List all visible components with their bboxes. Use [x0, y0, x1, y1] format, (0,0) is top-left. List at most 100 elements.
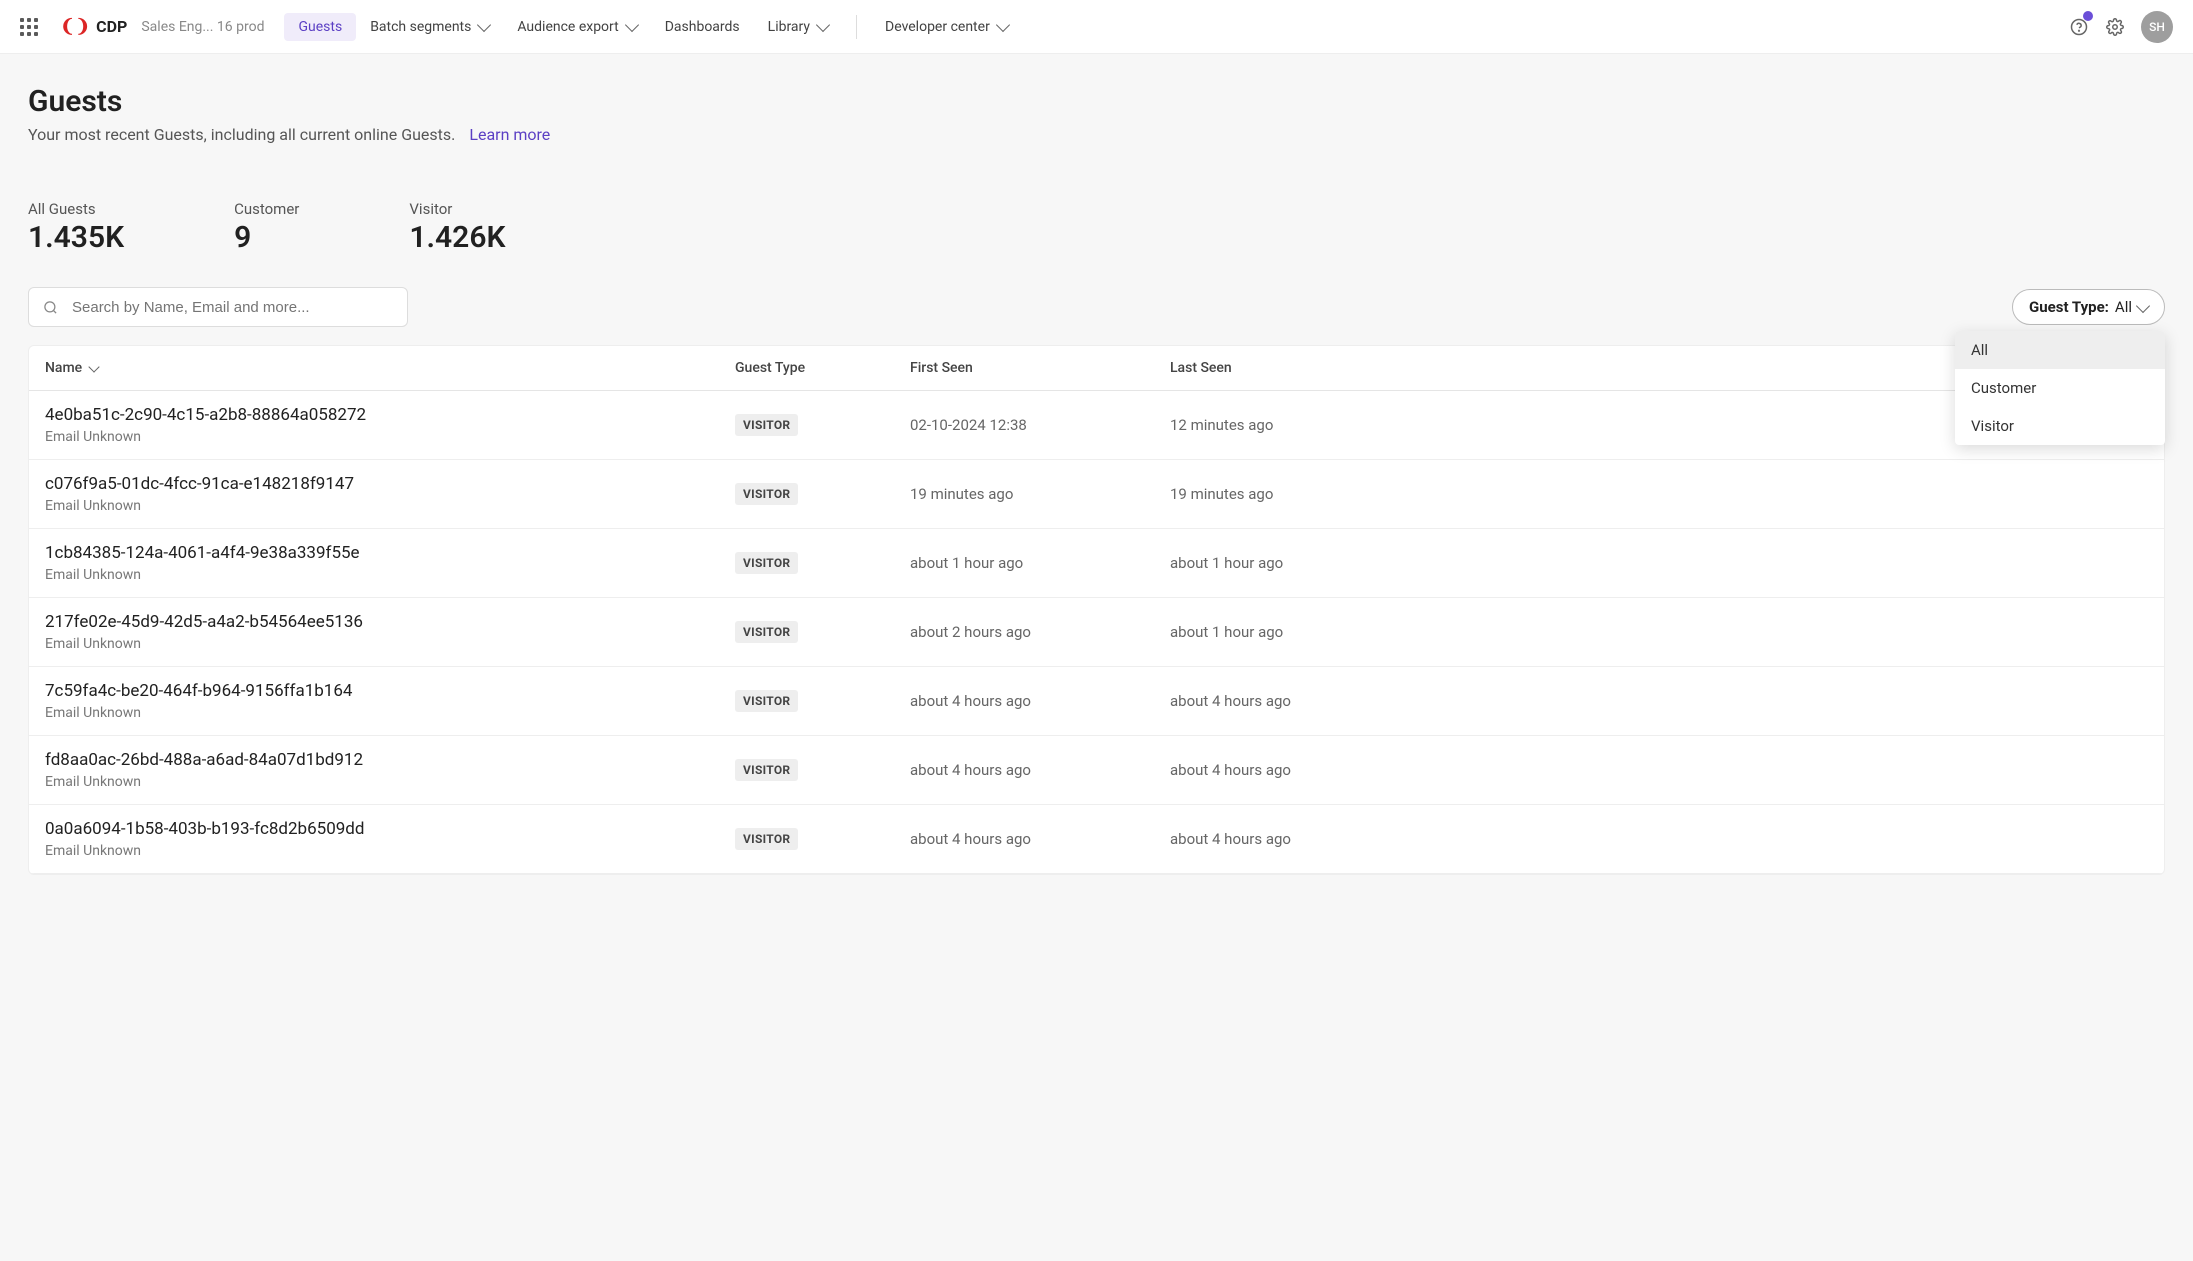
- guest-id: c076f9a5-01dc-4fcc-91ca-e148218f9147: [45, 474, 735, 494]
- guest-type-badge: VISITOR: [735, 414, 798, 436]
- table-row[interactable]: 217fe02e-45d9-42d5-a4a2-b54564ee5136 Ema…: [29, 598, 2164, 667]
- stat-visitor: Visitor 1.426K: [409, 200, 505, 255]
- stats-row: All Guests 1.435K Customer 9 Visitor 1.4…: [28, 200, 2165, 255]
- nav-library[interactable]: Library: [754, 13, 842, 41]
- table-row[interactable]: fd8aa0ac-26bd-488a-a6ad-84a07d1bd912 Ema…: [29, 736, 2164, 805]
- guest-id: 0a0a6094-1b58-403b-b193-fc8d2b6509dd: [45, 819, 735, 839]
- nav-guests[interactable]: Guests: [284, 13, 356, 41]
- search-icon: [43, 300, 58, 315]
- table-row[interactable]: 7c59fa4c-be20-464f-b964-9156ffa1b164 Ema…: [29, 667, 2164, 736]
- nav-audience-label: Audience export: [517, 19, 618, 35]
- table-row[interactable]: c076f9a5-01dc-4fcc-91ca-e148218f9147 Ema…: [29, 460, 2164, 529]
- stat-value: 1.426K: [409, 220, 505, 255]
- column-header-name[interactable]: Name: [45, 360, 735, 376]
- guests-table: Name Guest Type First Seen Last Seen 4e0…: [28, 345, 2165, 875]
- guest-email: Email Unknown: [45, 498, 735, 514]
- table-row[interactable]: 0a0a6094-1b58-403b-b193-fc8d2b6509dd Ema…: [29, 805, 2164, 874]
- first-seen: 19 minutes ago: [910, 485, 1170, 503]
- guest-type-badge: VISITOR: [735, 621, 798, 643]
- column-name-label: Name: [45, 360, 82, 376]
- page-title: Guests: [28, 84, 2165, 119]
- dropdown-option-visitor[interactable]: Visitor: [1955, 407, 2165, 445]
- chevron-down-icon: [816, 18, 830, 32]
- nav-batch-label: Batch segments: [370, 19, 471, 35]
- first-seen: about 4 hours ago: [910, 692, 1170, 710]
- last-seen: 19 minutes ago: [1170, 485, 2148, 503]
- user-avatar[interactable]: SH: [2141, 11, 2173, 43]
- guest-email: Email Unknown: [45, 843, 735, 859]
- table-row[interactable]: 4e0ba51c-2c90-4c15-a2b8-88864a058272 Ema…: [29, 391, 2164, 460]
- table-row[interactable]: 1cb84385-124a-4061-a4f4-9e38a339f55e Ema…: [29, 529, 2164, 598]
- guest-email: Email Unknown: [45, 774, 735, 790]
- filter-label: Guest Type:: [2029, 298, 2109, 316]
- guest-id: 1cb84385-124a-4061-a4f4-9e38a339f55e: [45, 543, 735, 563]
- product-name: CDP: [96, 17, 127, 36]
- guest-type-button[interactable]: Guest Type: All: [2012, 289, 2165, 325]
- chevron-down-icon: [2136, 298, 2150, 312]
- stat-label: Visitor: [409, 200, 505, 218]
- guest-id: fd8aa0ac-26bd-488a-a6ad-84a07d1bd912: [45, 750, 735, 770]
- guest-email: Email Unknown: [45, 429, 735, 445]
- nav-developer-center[interactable]: Developer center: [871, 13, 1022, 41]
- nav-dashboards-label: Dashboards: [665, 19, 740, 35]
- last-seen: about 1 hour ago: [1170, 623, 2148, 641]
- last-seen: about 4 hours ago: [1170, 761, 2148, 779]
- dropdown-option-all[interactable]: All: [1955, 331, 2165, 369]
- column-header-type[interactable]: Guest Type: [735, 360, 910, 376]
- apps-icon[interactable]: [20, 18, 38, 36]
- search-wrapper[interactable]: [28, 287, 408, 327]
- table-body: 4e0ba51c-2c90-4c15-a2b8-88864a058272 Ema…: [29, 391, 2164, 874]
- last-seen: about 1 hour ago: [1170, 554, 2148, 572]
- nav-batch-segments[interactable]: Batch segments: [356, 13, 503, 41]
- table-header: Name Guest Type First Seen Last Seen: [29, 346, 2164, 391]
- notification-dot: [2083, 11, 2093, 21]
- guest-type-badge: VISITOR: [735, 759, 798, 781]
- guest-type-filter: Guest Type: All All Customer Visitor: [2012, 289, 2165, 325]
- nav-guests-label: Guests: [298, 19, 342, 35]
- nav-library-label: Library: [768, 19, 810, 35]
- nav-separator: [856, 15, 857, 39]
- guest-email: Email Unknown: [45, 567, 735, 583]
- nav-audience-export[interactable]: Audience export: [503, 13, 650, 41]
- page-subtitle-row: Your most recent Guests, including all c…: [28, 125, 2165, 144]
- product-logo[interactable]: ❨❩ CDP: [60, 16, 127, 37]
- chevron-down-icon: [89, 361, 100, 372]
- stat-value: 1.435K: [28, 220, 124, 255]
- stat-label: All Guests: [28, 200, 124, 218]
- guest-id: 4e0ba51c-2c90-4c15-a2b8-88864a058272: [45, 405, 735, 425]
- guest-type-badge: VISITOR: [735, 828, 798, 850]
- stat-label: Customer: [234, 200, 299, 218]
- settings-icon[interactable]: [2097, 9, 2133, 45]
- last-seen: about 4 hours ago: [1170, 692, 2148, 710]
- first-seen: 02-10-2024 12:38: [910, 416, 1170, 434]
- last-seen: about 4 hours ago: [1170, 830, 2148, 848]
- search-input[interactable]: [72, 299, 393, 316]
- first-seen: about 4 hours ago: [910, 830, 1170, 848]
- guest-type-badge: VISITOR: [735, 483, 798, 505]
- learn-more-link[interactable]: Learn more: [469, 125, 550, 144]
- stat-all-guests: All Guests 1.435K: [28, 200, 124, 255]
- column-header-first-seen[interactable]: First Seen: [910, 360, 1170, 376]
- dropdown-option-customer[interactable]: Customer: [1955, 369, 2165, 407]
- toolbar: Guest Type: All All Customer Visitor: [28, 287, 2165, 327]
- guest-type-badge: VISITOR: [735, 552, 798, 574]
- guest-id: 7c59fa4c-be20-464f-b964-9156ffa1b164: [45, 681, 735, 701]
- nav-developer-label: Developer center: [885, 19, 990, 35]
- nav-dashboards[interactable]: Dashboards: [651, 13, 754, 41]
- chevron-down-icon: [625, 18, 639, 32]
- logo-icon: ❨❩: [60, 16, 90, 37]
- first-seen: about 1 hour ago: [910, 554, 1170, 572]
- first-seen: about 4 hours ago: [910, 761, 1170, 779]
- help-icon[interactable]: [2061, 9, 2097, 45]
- guest-id: 217fe02e-45d9-42d5-a4a2-b54564ee5136: [45, 612, 735, 632]
- first-seen: about 2 hours ago: [910, 623, 1170, 641]
- guest-type-dropdown: All Customer Visitor: [1955, 331, 2165, 445]
- chevron-down-icon: [477, 18, 491, 32]
- stat-value: 9: [234, 220, 299, 255]
- topbar: ❨❩ CDP Sales Eng... 16 prod Guests Batch…: [0, 0, 2193, 54]
- guest-type-badge: VISITOR: [735, 690, 798, 712]
- page-subtitle: Your most recent Guests, including all c…: [28, 125, 455, 144]
- chevron-down-icon: [996, 18, 1010, 32]
- environment-label[interactable]: Sales Eng... 16 prod: [141, 19, 264, 35]
- filter-value: All: [2115, 298, 2132, 316]
